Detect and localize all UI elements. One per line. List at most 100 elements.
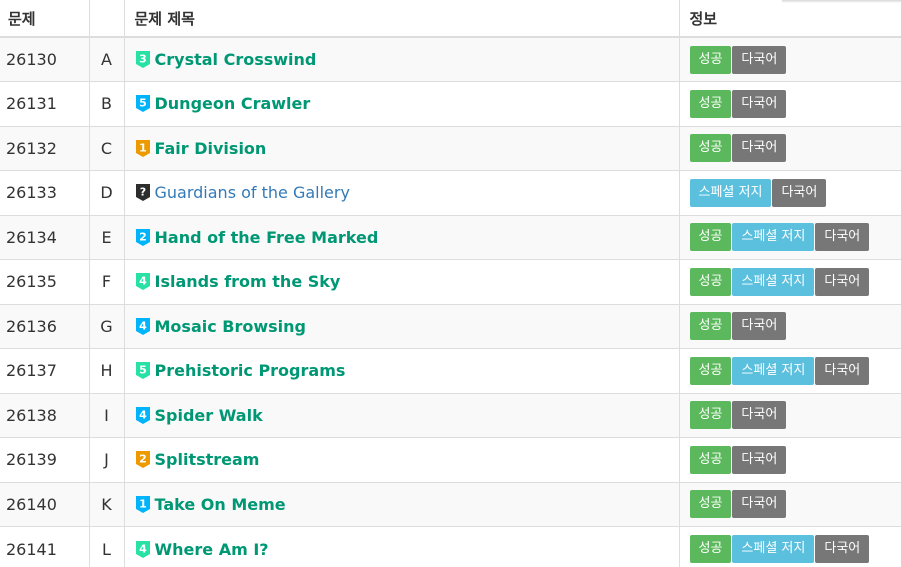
problem-letter: G	[88, 303, 124, 349]
tier-icon: 5	[135, 362, 150, 380]
problem-letter: B	[88, 81, 124, 126]
status-badge-success[interactable]: 성공	[689, 490, 732, 519]
problem-info: 스페셜 저지 다국어	[678, 170, 901, 215]
tier-icon: 3	[135, 51, 150, 68]
status-badge-success[interactable]: 성공	[689, 45, 732, 74]
problem-title-cell: 1 Fair Division	[123, 125, 679, 171]
table-row: 26141 L 4 Where Am I? 성공 스페셜 저지 다국어	[0, 526, 901, 567]
header-problem-id: 문제	[0, 0, 89, 38]
problem-id: 26136	[0, 303, 89, 349]
status-badge-success[interactable]: 성공	[689, 535, 732, 563]
problem-info: 성공 스페셜 저지 다국어	[678, 348, 901, 393]
problem-title-cell: 3 Crystal Crosswind	[123, 36, 679, 82]
status-badge-success[interactable]: 성공	[689, 445, 732, 474]
problem-info: 성공 다국어	[678, 36, 901, 82]
status-badge-success[interactable]: 성공	[689, 312, 732, 341]
problem-id: 26140	[0, 481, 89, 527]
tier-level-text: 4	[139, 319, 147, 332]
problem-info: 성공 스페셜 저지 다국어	[678, 214, 901, 260]
problem-letter: A	[88, 36, 124, 82]
multilingual-badge[interactable]: 다국어	[772, 178, 827, 207]
problem-title-link[interactable]: Splitstream	[155, 450, 260, 469]
special-judge-badge[interactable]: 스페셜 저지	[732, 356, 815, 385]
tier-level-text: 4	[139, 542, 147, 555]
problem-rows: 26130 A 3 Crystal Crosswind 성공 다국어 26131 B 5 Dung…	[0, 36, 901, 567]
tier-level-text: 5	[139, 97, 147, 110]
table-row: 26133 D? Guardians of the Gallery 스페셜 저지 다국어	[0, 170, 901, 215]
problem-info: 성공 다국어	[678, 437, 901, 482]
problem-title-link[interactable]: Mosaic Browsing	[155, 317, 306, 336]
table-row: 26139 J 2 Splitstream 성공 다국어	[0, 437, 901, 482]
tier-icon: 5	[135, 95, 150, 113]
problem-letter: D	[88, 170, 124, 215]
problem-id: 26135	[0, 259, 89, 304]
multilingual-badge[interactable]: 다국어	[815, 535, 870, 563]
multilingual-badge[interactable]: 다국어	[732, 89, 787, 118]
problem-title-cell: 4 Where Am I?	[123, 526, 679, 567]
problem-title-link[interactable]: Guardians of the Gallery	[155, 183, 350, 202]
problem-title-link[interactable]: Spider Walk	[155, 406, 263, 425]
problem-letter: C	[88, 125, 124, 171]
problem-title-link[interactable]: Hand of the Free Marked	[155, 228, 379, 247]
status-badge-success[interactable]: 성공	[689, 134, 732, 163]
tier-level-text: 4	[139, 408, 147, 421]
table-row: 26130 A 3 Crystal Crosswind 성공 다국어	[0, 36, 901, 82]
tier-badge-shape: 4	[135, 540, 150, 558]
status-badge-success[interactable]: 성공	[689, 89, 732, 118]
tier-badge-shape: 4	[135, 317, 150, 335]
special-judge-badge[interactable]: 스페셜 저지	[732, 223, 815, 252]
problem-info: 성공 다국어	[678, 303, 901, 349]
multilingual-badge[interactable]: 다국어	[815, 356, 870, 385]
tier-level-text: 4	[139, 275, 147, 288]
problem-title-cell: 2 Splitstream	[123, 437, 679, 482]
tier-badge-shape: 5	[135, 362, 150, 380]
tier-level-text: ?	[139, 186, 145, 199]
special-judge-badge[interactable]: 스페셜 저지	[689, 178, 772, 207]
problem-letter: K	[88, 481, 124, 527]
header-info: 정보	[678, 0, 901, 38]
header-problem-title: 문제 제목	[123, 0, 679, 38]
problem-title-link[interactable]: Islands from the Sky	[155, 272, 341, 291]
multilingual-badge[interactable]: 다국어	[815, 223, 870, 252]
problem-id: 26132	[0, 125, 89, 171]
multilingual-badge[interactable]: 다국어	[732, 312, 787, 341]
problem-title-link[interactable]: Dungeon Crawler	[155, 94, 311, 113]
problem-title-cell: ? Guardians of the Gallery	[123, 170, 679, 215]
status-badge-success[interactable]: 성공	[689, 356, 732, 385]
problem-id: 26138	[0, 392, 89, 438]
tier-level-text: 3	[139, 53, 147, 66]
problem-letter: F	[88, 259, 124, 304]
status-badge-success[interactable]: 성공	[689, 267, 732, 296]
problem-title-link[interactable]: Fair Division	[155, 139, 267, 158]
tier-icon: 2	[135, 228, 150, 246]
problem-title-cell: 5 Prehistoric Programs	[123, 348, 679, 393]
problem-title-link[interactable]: Crystal Crosswind	[155, 50, 317, 69]
tier-icon: 1	[135, 495, 150, 513]
status-badge-success[interactable]: 성공	[689, 401, 732, 430]
problem-title-link[interactable]: Prehistoric Programs	[155, 361, 346, 380]
header-letter	[88, 0, 124, 38]
multilingual-badge[interactable]: 다국어	[732, 490, 787, 519]
problem-title-link[interactable]: Where Am I?	[155, 540, 269, 559]
problem-title-link[interactable]: Take On Meme	[155, 495, 286, 514]
special-judge-badge[interactable]: 스페셜 저지	[732, 267, 815, 296]
multilingual-badge[interactable]: 다국어	[732, 45, 787, 74]
tier-level-text: 1	[139, 141, 147, 154]
multilingual-badge[interactable]: 다국어	[732, 134, 787, 163]
multilingual-badge[interactable]: 다국어	[732, 445, 787, 474]
problem-letter: H	[88, 348, 124, 393]
tier-icon: 4	[135, 406, 150, 424]
tier-badge-shape: 4	[135, 273, 150, 291]
table-row: 26132 C 1 Fair Division 성공 다국어	[0, 125, 901, 171]
table-row: 26135 F 4 Islands from the Sky 성공 스페셜 저지 다국어	[0, 259, 901, 304]
status-badge-success[interactable]: 성공	[689, 223, 732, 252]
problem-info: 성공 스페셜 저지 다국어	[678, 259, 901, 304]
multilingual-badge[interactable]: 다국어	[732, 401, 787, 430]
tier-icon: 2	[135, 451, 150, 469]
special-judge-badge[interactable]: 스페셜 저지	[732, 535, 815, 563]
multilingual-badge[interactable]: 다국어	[815, 267, 870, 296]
table-row: 26138 I 4 Spider Walk 성공 다국어	[0, 392, 901, 438]
problem-table: 문제 문제 제목 정보 26130 A 3 Crystal Crosswind 성공 다국…	[0, 0, 901, 567]
problem-title-cell: 5 Dungeon Crawler	[123, 81, 679, 126]
problem-id: 26137	[0, 348, 89, 393]
